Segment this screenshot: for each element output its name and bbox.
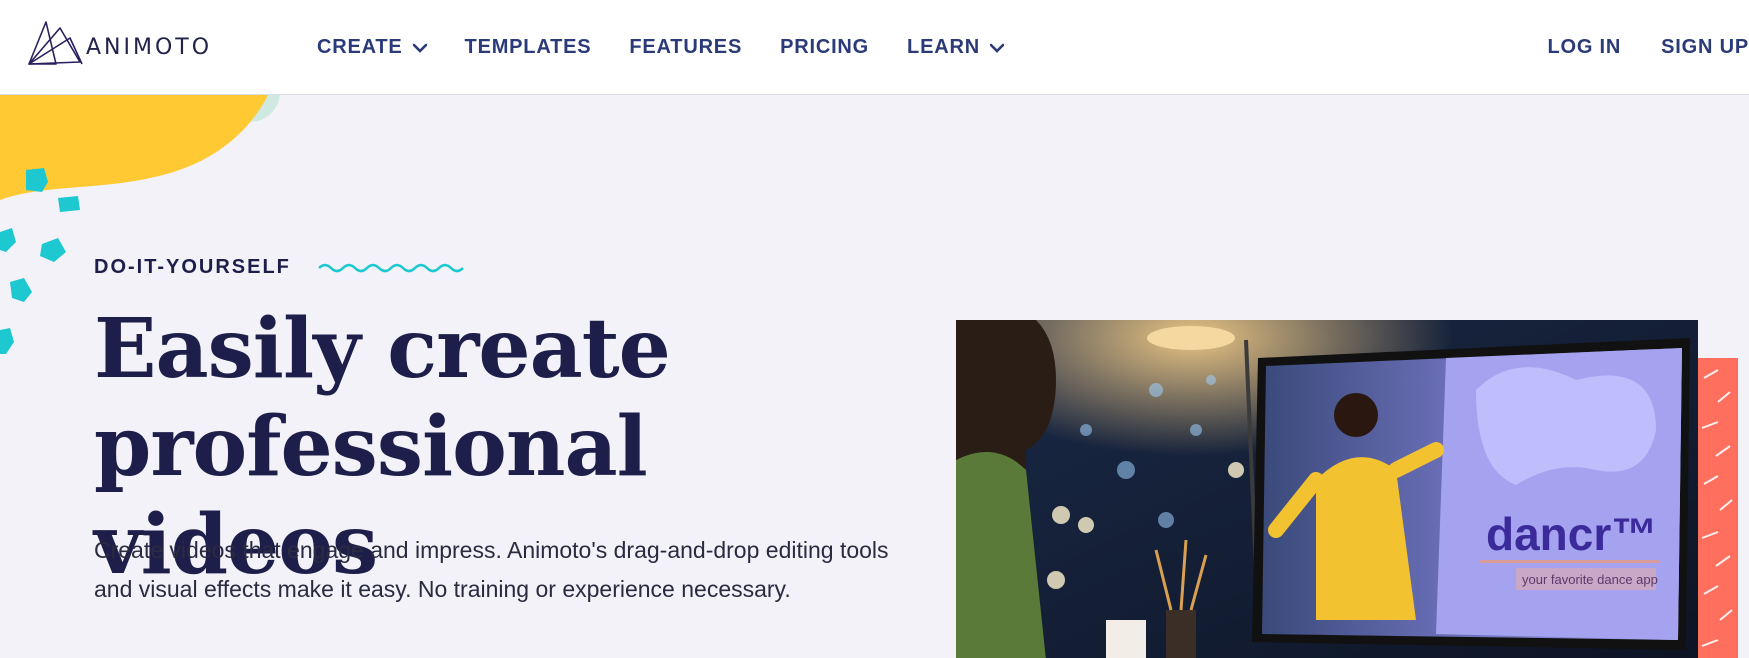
animoto-logo-icon xyxy=(28,21,83,65)
main-menu: CREATE TEMPLATES FEATURES PRICING LEARN xyxy=(317,0,1042,95)
headline-line-1: Easily create xyxy=(94,301,671,397)
eyebrow-row: DO-IT-YOURSELF xyxy=(94,256,469,279)
login-link[interactable]: LOG IN xyxy=(1547,36,1621,59)
nav-learn-label: LEARN xyxy=(907,36,980,58)
nav-pricing[interactable]: PRICING xyxy=(780,36,869,59)
nav-create[interactable]: CREATE xyxy=(317,36,427,59)
hero-photo: dancr™ your favorite dance app xyxy=(956,320,1698,658)
animoto-logo[interactable]: ANIMOTO xyxy=(26,16,236,68)
chevron-down-icon xyxy=(412,43,427,53)
nav-create-label: CREATE xyxy=(317,36,403,58)
hero-photo-illustration: dancr™ your favorite dance app xyxy=(956,320,1698,658)
nav-features-label: FEATURES xyxy=(629,36,743,58)
nav-pricing-label: PRICING xyxy=(780,36,870,58)
nav-features[interactable]: FEATURES xyxy=(629,36,742,59)
nav-templates[interactable]: TEMPLATES xyxy=(465,36,592,59)
wave-decoration-icon xyxy=(317,263,464,272)
eyebrow-label: DO-IT-YOURSELF xyxy=(94,256,291,278)
screen-tagline-text: your favorite dance app xyxy=(1522,572,1658,587)
nav-templates-label: TEMPLATES xyxy=(464,36,592,58)
account-links: LOG IN SIGN UP xyxy=(1507,0,1749,95)
nav-learn[interactable]: LEARN xyxy=(907,36,1004,59)
screen-brand-text: dancr™ xyxy=(1486,508,1657,560)
logo-wordmark: ANIMOTO xyxy=(86,34,213,60)
feather-pattern-icon xyxy=(1701,369,1733,647)
top-navigation: ANIMOTO CREATE TEMPLATES FEATURES PRICIN… xyxy=(0,0,1749,95)
signup-link[interactable]: SIGN UP xyxy=(1661,36,1749,59)
hero-description: Create videos that engage and impress. A… xyxy=(94,537,889,602)
coral-accent-strip xyxy=(1698,358,1738,658)
chevron-down-icon xyxy=(989,43,1004,53)
